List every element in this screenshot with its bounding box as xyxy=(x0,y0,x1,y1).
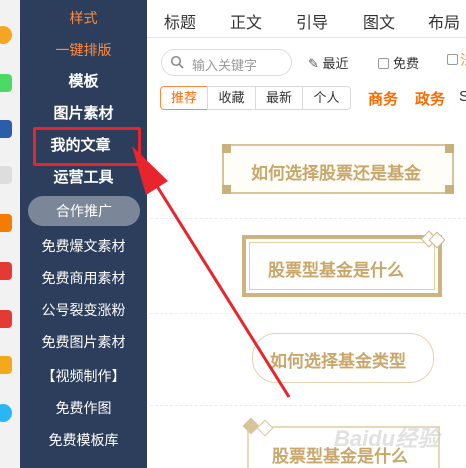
annotation-arrow xyxy=(132,146,291,398)
